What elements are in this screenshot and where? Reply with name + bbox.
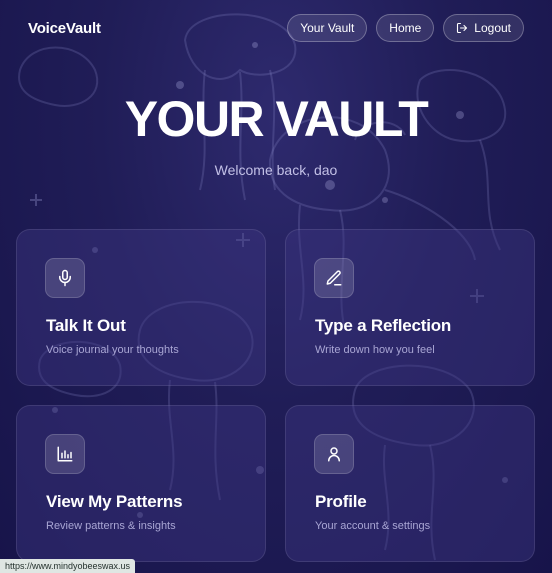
card-description: Your account & settings xyxy=(315,520,431,532)
logout-button[interactable]: Logout xyxy=(443,14,524,42)
card-icon-container xyxy=(314,258,354,298)
pen-icon xyxy=(326,270,342,286)
welcome-message: Welcome back, dao xyxy=(214,162,338,178)
status-bar-url: https://www.mindyobeeswax.us xyxy=(0,559,136,573)
card-icon-container xyxy=(314,434,354,474)
user-icon xyxy=(328,447,340,462)
profile-card[interactable]: Profile Your account & settings xyxy=(285,405,535,562)
brand-logo[interactable]: VoiceVault xyxy=(28,20,101,37)
card-title: View My Patterns xyxy=(46,492,183,511)
logout-label: Logout xyxy=(474,21,511,35)
card-description: Voice journal your thoughts xyxy=(46,344,179,356)
your-vault-button[interactable]: Your Vault xyxy=(287,14,368,42)
view-my-patterns-card[interactable]: View My Patterns Review patterns & insig… xyxy=(16,405,266,562)
your-vault-label: Your Vault xyxy=(300,21,355,35)
talk-it-out-card[interactable]: Talk It Out Voice journal your thoughts xyxy=(16,229,266,386)
card-title: Talk It Out xyxy=(46,316,126,335)
logout-icon xyxy=(457,22,468,34)
card-icon-container xyxy=(45,258,85,298)
card-description: Review patterns & insights xyxy=(46,520,176,532)
home-button[interactable]: Home xyxy=(376,14,435,42)
card-title: Profile xyxy=(315,492,367,511)
microphone-icon xyxy=(59,269,71,287)
top-navigation-bar: VoiceVault Your Vault Home Logout xyxy=(0,14,552,44)
type-a-reflection-card[interactable]: Type a Reflection Write down how you fee… xyxy=(285,229,535,386)
card-description: Write down how you feel xyxy=(315,344,435,356)
page-title: YOUR VAULT xyxy=(124,91,429,147)
nav-links: Your Vault Home Logout xyxy=(287,14,524,42)
card-title: Type a Reflection xyxy=(315,316,452,335)
home-label: Home xyxy=(389,21,422,35)
bar-chart-icon xyxy=(57,446,73,462)
card-icon-container xyxy=(45,434,85,474)
